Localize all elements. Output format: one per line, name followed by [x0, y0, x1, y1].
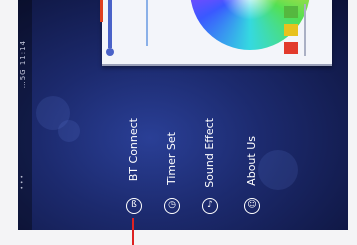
menu-item-label: About Us — [245, 136, 258, 186]
menu-item-bt-connect[interactable]: BT Connect ß — [126, 118, 146, 218]
screen: …5G 11:14 • • • BT Connect ß Timer Set ◷ — [0, 0, 357, 245]
menu-item-sound-effect[interactable]: Sound Effect ♪ — [202, 118, 222, 218]
menu-item-about-us[interactable]: About Us ☺ — [244, 118, 264, 218]
menu-item-label: Timer Set — [165, 132, 178, 186]
pointer-marker-bottom — [132, 218, 134, 245]
side-menu: BT Connect ß Timer Set ◷ Sound Effect ♪ … — [0, 0, 357, 245]
bluetooth-icon: ß — [126, 198, 142, 214]
menu-item-label: Sound Effect — [203, 118, 216, 188]
person-icon: ☺ — [244, 198, 260, 214]
music-icon: ♪ — [202, 198, 218, 214]
menu-item-timer-set[interactable]: Timer Set ◷ — [164, 118, 184, 218]
timer-icon: ◷ — [164, 198, 180, 214]
menu-item-label: BT Connect — [127, 118, 140, 182]
